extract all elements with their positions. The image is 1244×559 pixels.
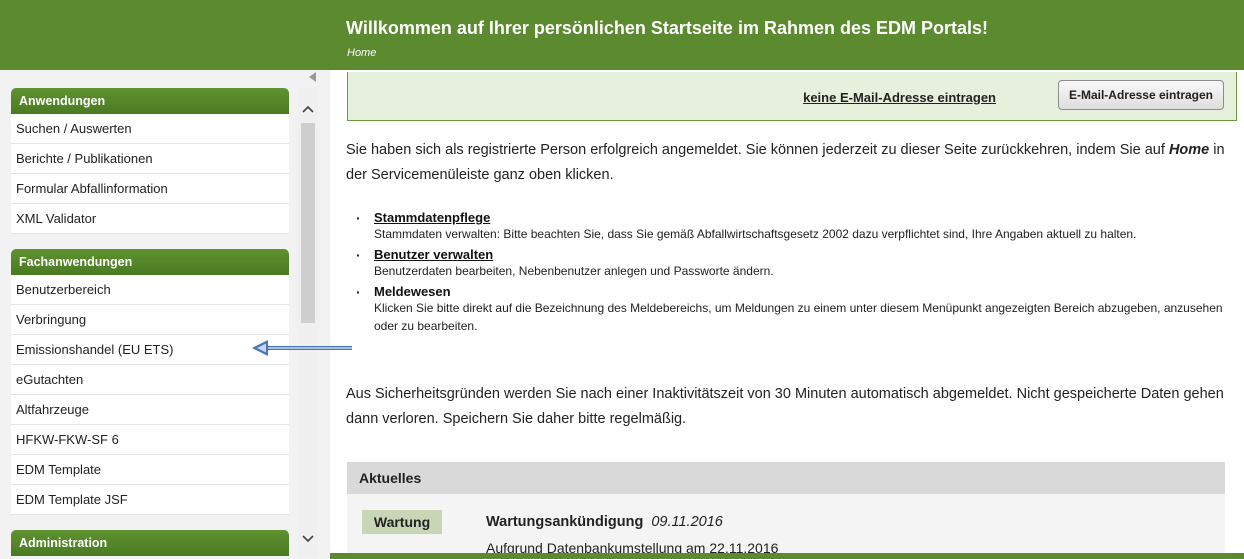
section-header-fachanwendungen[interactable]: Fachanwendungen [11,249,289,275]
bottom-strip [330,553,1244,559]
bullet-icon: · [356,247,361,263]
section-list-anwendungen: Suchen / Auswerten Berichte / Publikatio… [11,114,289,234]
sidebar-item-suchen-auswerten[interactable]: Suchen / Auswerten [11,114,289,144]
bullet-icon: · [356,210,361,226]
sidebar-section-administration: Administration [11,530,289,556]
main-content: keine E-Mail-Adresse eintragen E-Mail-Ad… [330,70,1244,559]
sidebar-item-edm-template[interactable]: EDM Template [11,455,289,485]
sidebar-scrollbar[interactable] [298,88,318,558]
news-heading: Aktuelles [347,462,1225,494]
scroll-up-chevron-icon[interactable] [298,102,318,116]
list-item: · Benutzer verwalten Benutzerdaten bearb… [356,247,1236,280]
sidebar-item-edm-template-jsf[interactable]: EDM Template JSF [11,485,289,515]
security-notice: Aus Sicherheitsgründen werden Sie nach e… [346,386,1224,427]
list-item: · Stammdatenpflege Stammdaten verwalten:… [356,210,1236,243]
no-email-link[interactable]: keine E-Mail-Adresse eintragen [803,90,996,105]
sidebar-section-anwendungen: Anwendungen Suchen / Auswerten Berichte … [11,88,289,234]
sidebar-section-fachanwendungen: Fachanwendungen Benutzerbereich Verbring… [11,249,289,515]
meldewesen-description: Klicken Sie bitte direkt auf die Bezeich… [374,301,1223,333]
meldewesen-heading: Meldewesen [374,284,451,299]
page-header: Willkommen auf Ihrer persönlichen Starts… [0,0,1244,70]
sidebar-item-berichte-publikationen[interactable]: Berichte / Publikationen [11,144,289,174]
add-email-button[interactable]: E-Mail-Adresse eintragen [1057,80,1224,110]
sidebar-item-benutzerbereich[interactable]: Benutzerbereich [11,275,289,305]
intro-text-before: Sie haben sich als registrierte Person e… [346,142,1169,158]
section-list-fachanwendungen: Benutzerbereich Verbringung Emissionshan… [11,275,289,515]
sidebar-item-xml-validator[interactable]: XML Validator [11,204,289,234]
scrollbar-thumb[interactable] [301,123,315,323]
news-title: Wartungsankündigung 09.11.2016 [486,510,723,534]
sidebar-navigation: Anwendungen Suchen / Auswerten Berichte … [11,88,289,556]
sidebar-collapse-icon[interactable] [306,70,318,84]
news-badge: Wartung [362,510,442,534]
news-title-text: Wartungsankündigung [486,514,644,530]
feature-list: · Stammdatenpflege Stammdaten verwalten:… [356,210,1236,339]
benutzer-verwalten-description: Benutzerdaten bearbeiten, Nebenbenutzer … [374,264,774,278]
email-notice-box: keine E-Mail-Adresse eintragen E-Mail-Ad… [347,72,1237,121]
list-item: · Meldewesen Klicken Sie bitte direkt au… [356,284,1236,335]
news-date: 09.11.2016 [651,514,723,530]
section-header-anwendungen[interactable]: Anwendungen [11,88,289,114]
intro-text: Sie haben sich als registrierte Person e… [346,138,1226,188]
sidebar-item-verbringung[interactable]: Verbringung [11,305,289,335]
news-panel: Aktuelles Wartung Wartungsankündigung 09.… [347,462,1225,559]
benutzer-verwalten-link[interactable]: Benutzer verwalten [374,247,1236,262]
sidebar-item-altfahrzeuge[interactable]: Altfahrzeuge [11,395,289,425]
intro-home-emphasis: Home [1168,142,1210,158]
section-header-administration[interactable]: Administration [11,530,289,556]
scroll-down-chevron-icon[interactable] [298,532,318,546]
sidebar-item-formular-abfallinformation[interactable]: Formular Abfallinformation [11,174,289,204]
sidebar-item-egutachten[interactable]: eGutachten [11,365,289,395]
sidebar-item-emissionshandel[interactable]: Emissionshandel (EU ETS) [11,335,289,365]
stammdatenpflege-link[interactable]: Stammdatenpflege [374,210,1236,225]
stammdatenpflege-description: Stammdaten verwalten: Bitte beachten Sie… [374,227,1137,241]
breadcrumb-home[interactable]: Home [347,47,376,59]
page-title: Willkommen auf Ihrer persönlichen Starts… [346,18,988,38]
sidebar-item-hfkw-fkw-sf6[interactable]: HFKW-FKW-SF 6 [11,425,289,455]
bullet-icon: · [356,284,361,300]
